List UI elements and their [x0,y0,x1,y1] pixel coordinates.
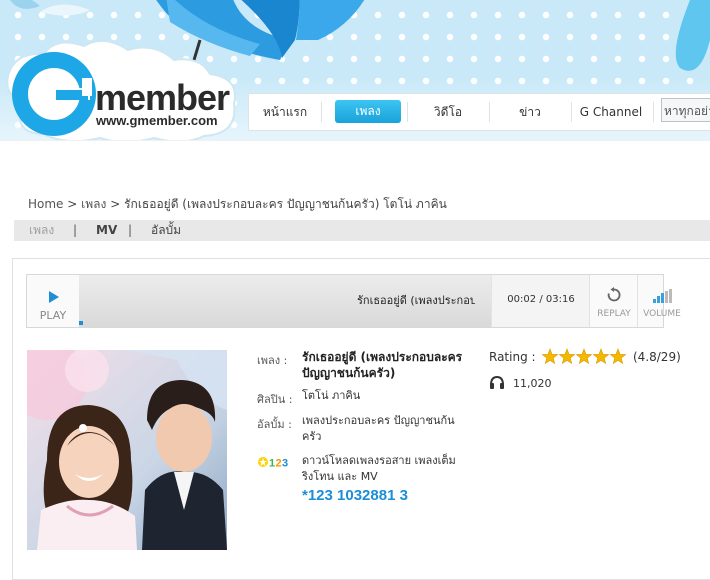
volume-icon [653,289,672,303]
nav-separator [489,102,490,122]
svg-text:3: 3 [282,458,288,470]
breadcrumb-separator: > [110,197,121,211]
play-count: 11,020 [513,377,552,390]
search-input[interactable]: หาทุกอย่าง [661,98,710,122]
nav-item-video[interactable]: วิดีโอ [413,94,483,130]
album-label: อัลบั้ม : [257,418,292,431]
logo-url: www.gmember.com [96,113,218,128]
star123-logo: 1 2 3 [258,457,288,470]
nav-separator [653,102,654,122]
star-icon[interactable] [609,348,627,365]
artist-link[interactable]: โตโน่ ภาคิน [302,388,472,404]
song-label: เพลง : [257,354,288,367]
play-label: PLAY [39,309,67,322]
nav-separator [321,102,322,122]
track-progress[interactable] [79,321,83,325]
track-title: รักเธออยู่ดี (เพลงประกอบ [357,294,475,307]
breadcrumb-separator: > [67,197,78,211]
time-current: 00:02 [507,294,537,305]
headphone-icon [490,375,504,389]
replay-icon [607,287,621,302]
star-icon[interactable] [592,348,610,365]
rating-label: Rating : [489,350,536,364]
volume-label: VOLUME [643,309,681,319]
nav-item-music[interactable]: เพลง [335,100,401,123]
breadcrumb-home[interactable]: Home [28,197,63,211]
volume-button[interactable]: VOLUME [637,275,686,327]
play-button[interactable]: PLAY [27,275,80,327]
audio-player: PLAY รักเธออยู่ดี (เพลงประกอบ 00:02 / 03… [26,274,681,328]
subnav-item-albums[interactable]: อัลบั้ม [151,220,181,241]
breadcrumb-music[interactable]: เพลง [81,197,106,211]
nav-separator [571,102,572,122]
sub-nav: เพลง | MV | อัลบั้ม [14,220,710,241]
subnav-item-songs[interactable]: เพลง [29,220,54,241]
subnav-separator: | [73,223,78,237]
replay-button[interactable]: REPLAY [589,275,638,327]
svg-text:1: 1 [269,458,275,470]
site-header: member www.gmember.com หน้าแรก เพลง วิดี… [0,0,710,140]
track-bar[interactable]: รักเธออยู่ดี (เพลงประกอบ [79,275,491,327]
time-separator: / [539,294,543,305]
logo-wordmark: member [95,77,230,118]
star-icon[interactable] [542,348,559,365]
breadcrumb: Home > เพลง > รักเธออยู่ดี (เพลงประกอบละ… [28,195,447,214]
rating-value: (4.8/29) [633,350,681,364]
album-link[interactable]: เพลงประกอบละคร ปัญญาชนก้นครัว [302,413,474,445]
nav-separator [407,102,408,122]
star-icon[interactable] [558,348,576,365]
artist-label: ศิลปิน : [257,393,293,406]
breadcrumb-current: รักเธออยู่ดี (เพลงประกอบละคร ปัญญาชนก้นค… [124,197,447,211]
star-icon[interactable] [575,348,593,365]
rating-stars[interactable] [542,348,628,366]
main-nav: หน้าแรก เพลง วิดีโอ ข่าว G Channel [248,93,710,131]
album-cover[interactable] [27,350,227,550]
subnav-separator: | [128,223,133,237]
ringtone-code: *123 1032881 3 [302,487,408,504]
nav-item-gchannel[interactable]: G Channel [575,94,647,130]
nav-item-news[interactable]: ข่าว [495,94,565,130]
time-display: 00:02 / 03:16 [491,275,590,327]
svg-text:2: 2 [276,458,282,470]
subnav-item-mv[interactable]: MV [96,220,117,241]
play-icon [49,291,59,303]
time-total: 03:16 [545,294,575,305]
replay-label: REPLAY [597,309,631,319]
nav-item-home[interactable]: หน้าแรก [253,94,317,130]
song-title: รักเธออยู่ดี (เพลงประกอบละคร ปัญญาชนก้นค… [302,350,463,380]
download-link[interactable]: ดาวน์โหลดเพลงรอสาย เพลงเต็ม ริงโทน และ M… [302,453,474,485]
